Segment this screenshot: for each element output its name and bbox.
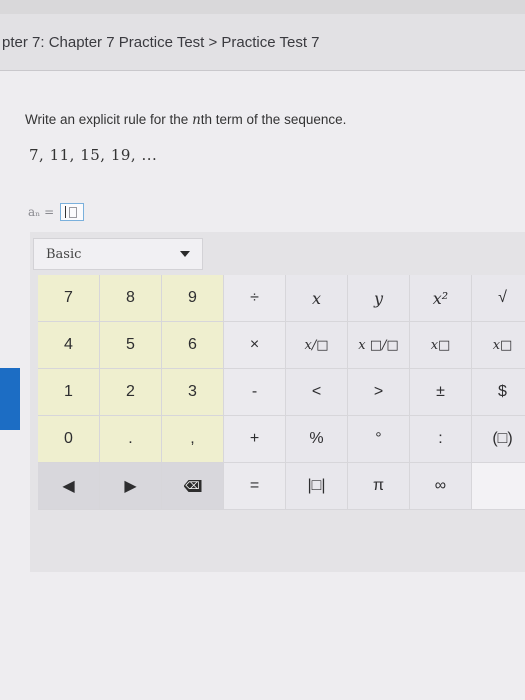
key-equals[interactable]: = xyxy=(224,463,286,510)
key-x-squared[interactable]: x² xyxy=(410,275,472,322)
key-7[interactable]: 7 xyxy=(38,275,100,322)
keypad-mode-label: Basic xyxy=(46,246,82,262)
arrow-left-icon[interactable]: ◀ xyxy=(38,463,100,510)
question-prefix: Write an explicit rule for the xyxy=(25,112,193,127)
key-multiply[interactable]: × xyxy=(224,322,286,369)
key-3[interactable]: 3 xyxy=(162,369,224,416)
key-5[interactable]: 5 xyxy=(100,322,162,369)
side-tab[interactable] xyxy=(0,368,20,430)
chevron-down-icon xyxy=(180,251,190,257)
key-x[interactable]: x xyxy=(286,275,348,322)
empty-key xyxy=(472,463,525,510)
key-6[interactable]: 6 xyxy=(162,322,224,369)
key-percent[interactable]: % xyxy=(286,416,348,463)
key-1[interactable]: 1 xyxy=(38,369,100,416)
backspace-icon: ⌫ xyxy=(183,480,202,492)
breadcrumb[interactable]: pter 7: Chapter 7 Practice Test > Practi… xyxy=(0,14,525,71)
question-text: Write an explicit rule for the nth term … xyxy=(25,112,346,128)
key-mixed-fraction[interactable]: x □/□ xyxy=(348,322,410,369)
answer-input[interactable] xyxy=(60,203,85,221)
key-greater-than[interactable]: > xyxy=(348,369,410,416)
key-degree[interactable]: ° xyxy=(348,416,410,463)
keypad-mode-select[interactable]: Basic xyxy=(33,238,203,270)
breadcrumb-text[interactable]: pter 7: Chapter 7 Practice Test > Practi… xyxy=(2,34,320,51)
key-8[interactable]: 8 xyxy=(100,275,162,322)
answer-label: aₙ = xyxy=(28,205,55,219)
key-minus[interactable]: - xyxy=(224,369,286,416)
key-pi[interactable]: π xyxy=(348,463,410,510)
key-exponent[interactable]: x□ xyxy=(410,322,472,369)
key-comma[interactable]: , xyxy=(162,416,224,463)
key-4[interactable]: 4 xyxy=(38,322,100,369)
backspace-button[interactable]: ⌫ xyxy=(162,463,224,510)
key-absolute-value[interactable]: |□| xyxy=(286,463,348,510)
answer-row: aₙ = xyxy=(28,203,85,221)
key-divide[interactable]: ÷ xyxy=(224,275,286,322)
sequence: 7, 11, 15, 19, ... xyxy=(29,146,158,164)
key-fraction[interactable]: x/□ xyxy=(286,322,348,369)
key-sqrt[interactable]: √ xyxy=(472,275,525,322)
key-less-than[interactable]: < xyxy=(286,369,348,416)
key-plus[interactable]: + xyxy=(224,416,286,463)
key-plus-minus[interactable]: ± xyxy=(410,369,472,416)
arrow-right-icon[interactable]: ▶ xyxy=(100,463,162,510)
key-y[interactable]: y xyxy=(348,275,410,322)
question-variable: n xyxy=(192,112,201,128)
key-decimal[interactable]: . xyxy=(100,416,162,463)
key-parentheses[interactable]: (□) xyxy=(472,416,525,463)
key-colon[interactable]: : xyxy=(410,416,472,463)
key-9[interactable]: 9 xyxy=(162,275,224,322)
key-2[interactable]: 2 xyxy=(100,369,162,416)
question-suffix: th term of the sequence. xyxy=(200,112,347,127)
keypad: 7 8 9 ÷ x y x² √ 4 5 6 × x/□ x □/□ x□ x□… xyxy=(38,275,525,510)
key-subscript[interactable]: x□ xyxy=(472,322,525,369)
top-bar xyxy=(0,0,525,14)
key-dollar[interactable]: $ xyxy=(472,369,525,416)
key-0[interactable]: 0 xyxy=(38,416,100,463)
key-infinity[interactable]: ∞ xyxy=(410,463,472,510)
